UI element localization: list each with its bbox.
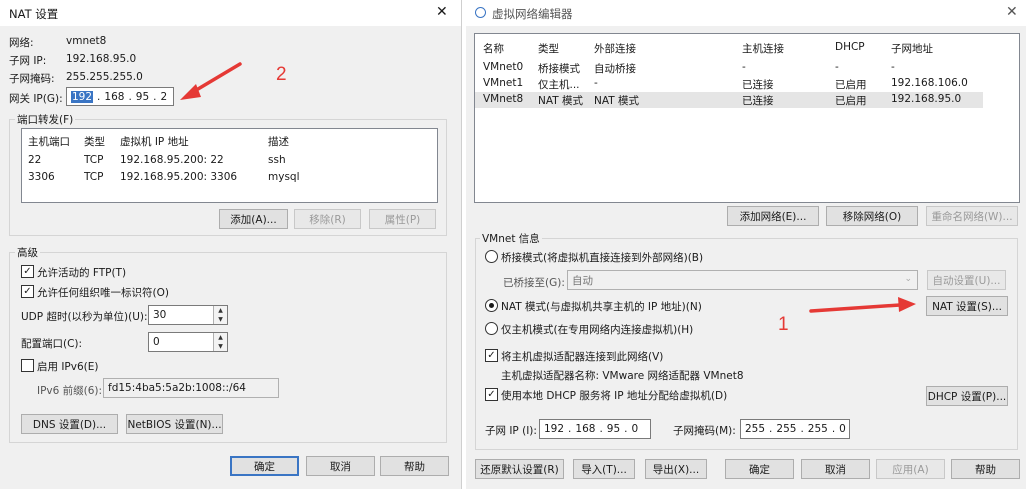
annotation-arrows: [180, 62, 916, 313]
annotation-label-2: 2: [276, 64, 287, 85]
annotation-label-1: 1: [778, 314, 789, 335]
arrow-to-gateway: [180, 62, 242, 100]
arrow-to-nat-settings: [809, 297, 916, 313]
